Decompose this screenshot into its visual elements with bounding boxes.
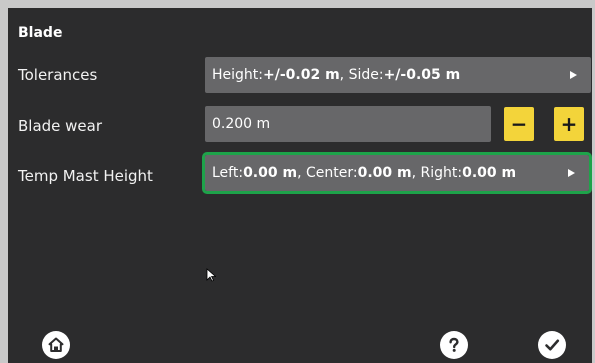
plus-icon: +	[560, 112, 578, 136]
blade-wear-label: Blade wear	[18, 117, 103, 135]
confirm-button[interactable]	[538, 331, 566, 359]
side-label: , Side:	[339, 67, 384, 83]
side-value: +/-0.05 m	[383, 67, 461, 83]
left-label: Left:	[212, 165, 244, 181]
left-value: 0.00 m	[243, 165, 298, 181]
center-value: 0.00 m	[357, 165, 412, 181]
blade-settings-screen: Blade Tolerances Height: +/-0.02 m , Sid…	[8, 8, 592, 363]
increment-button[interactable]: +	[554, 107, 584, 141]
decrement-button[interactable]: −	[504, 107, 534, 141]
minus-icon: −	[510, 112, 528, 136]
mouse-cursor-icon	[206, 268, 216, 282]
help-button[interactable]	[440, 331, 468, 359]
blade-wear-input[interactable]: 0.200 m	[205, 106, 491, 142]
height-value: +/-0.02 m	[263, 67, 340, 83]
center-label: , Center:	[297, 165, 358, 181]
home-icon	[48, 337, 64, 352]
tolerances-field[interactable]: Height: +/-0.02 m , Side: +/-0.05 m	[205, 57, 591, 93]
right-label: , Right:	[411, 165, 463, 181]
bottom-toolbar	[8, 323, 592, 363]
blade-wear-value: 0.200 m	[212, 116, 271, 132]
tolerances-label: Tolerances	[18, 66, 98, 84]
home-button[interactable]	[42, 331, 70, 359]
checkmark-icon	[545, 339, 560, 351]
height-label: Height:	[212, 67, 263, 83]
chevron-right-icon	[570, 71, 577, 79]
chevron-right-icon	[568, 169, 575, 177]
section-title: Blade	[18, 25, 63, 41]
help-icon	[449, 337, 459, 352]
temp-mast-height-label: Temp Mast Height	[18, 167, 153, 185]
temp-mast-height-field[interactable]: Left: 0.00 m , Center: 0.00 m , Right: 0…	[202, 152, 592, 194]
right-value: 0.00 m	[462, 165, 517, 181]
